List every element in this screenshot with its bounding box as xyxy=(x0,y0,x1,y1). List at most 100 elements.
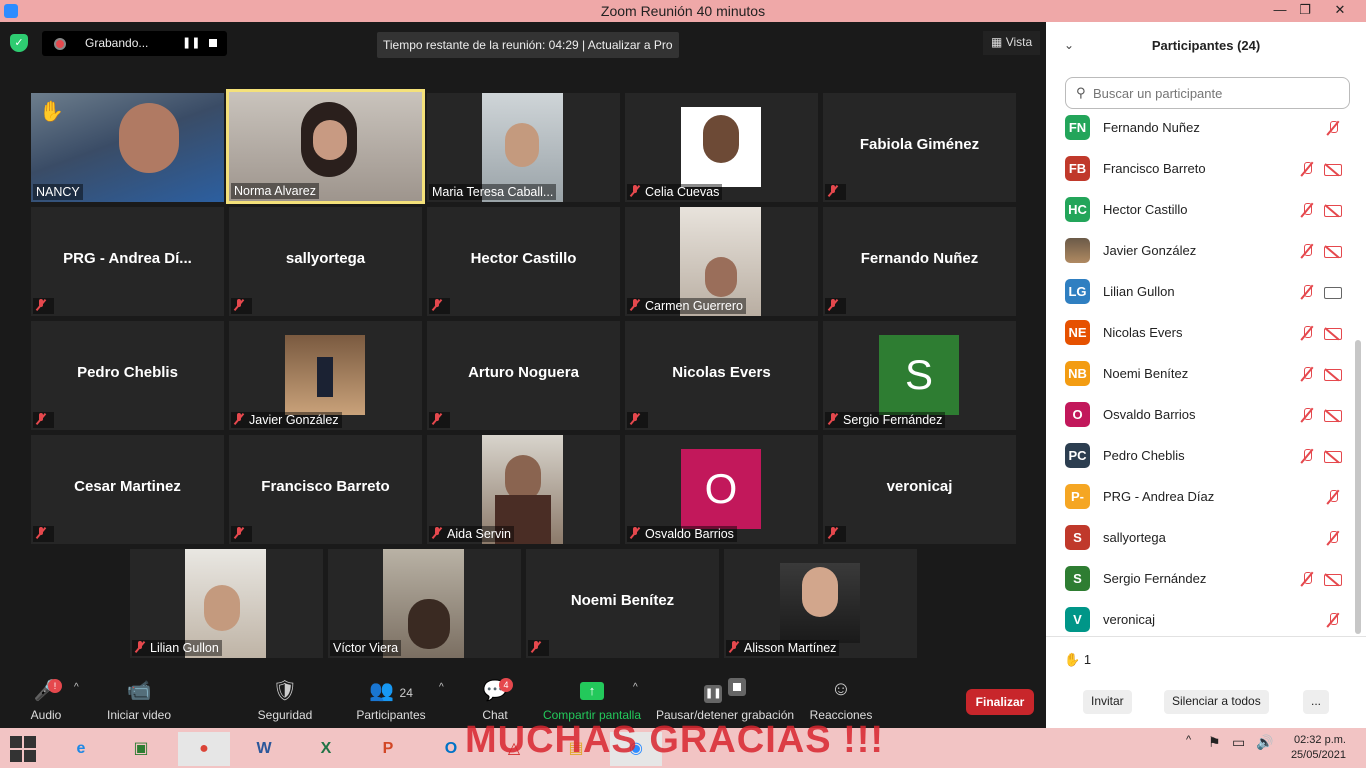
tile-name: Alisson Martínez xyxy=(726,640,840,656)
participant-search[interactable]: ⚲ xyxy=(1065,77,1350,109)
view-button[interactable]: ▦ Vista xyxy=(983,31,1041,55)
close-icon[interactable]: ✕ xyxy=(1325,2,1355,18)
audio-options-chevron-icon[interactable]: ^ xyxy=(74,682,79,693)
video-tile[interactable]: Carmen Guerrero xyxy=(625,207,818,316)
video-off-icon[interactable] xyxy=(1324,369,1342,381)
video-tile[interactable]: Noemi Benítez xyxy=(526,549,719,658)
video-tile[interactable]: Alisson Martínez xyxy=(724,549,917,658)
video-tile[interactable]: Celia Cuevas xyxy=(625,93,818,202)
reactions-button[interactable]: ☺ Reacciones xyxy=(809,674,873,722)
video-on-icon[interactable] xyxy=(1324,287,1342,299)
video-off-icon[interactable] xyxy=(1324,410,1342,422)
mic-muted-icon[interactable] xyxy=(1326,613,1340,629)
store-icon[interactable]: ▣ xyxy=(115,732,167,766)
participant-row[interactable]: FN Fernando Nuñez xyxy=(1046,108,1356,149)
word-icon[interactable]: W xyxy=(238,732,290,766)
stop-recording-icon[interactable] xyxy=(209,39,217,47)
video-tile[interactable]: Francisco Barreto xyxy=(229,435,422,544)
participants-button[interactable]: 👥 24 Participantes xyxy=(355,674,427,722)
video-tile[interactable]: sallyortega xyxy=(229,207,422,316)
video-tile[interactable]: Lilian Gullon xyxy=(130,549,323,658)
participant-row[interactable]: NB Noemi Benítez xyxy=(1046,354,1356,395)
participant-row[interactable]: S Sergio Fernández xyxy=(1046,559,1356,600)
video-tile[interactable]: Fernando Nuñez xyxy=(823,207,1016,316)
restore-icon[interactable]: ❐ xyxy=(1290,2,1320,18)
video-off-icon[interactable] xyxy=(1324,246,1342,258)
participant-row[interactable]: NE Nicolas Evers xyxy=(1046,313,1356,354)
video-tile[interactable]: PRG - Andrea Dí... xyxy=(31,207,224,316)
video-off-icon[interactable] xyxy=(1324,328,1342,340)
mic-muted-icon[interactable] xyxy=(1300,162,1314,178)
video-tile[interactable]: S Sergio Fernández xyxy=(823,321,1016,430)
video-tile[interactable]: Maria Teresa Caball... xyxy=(427,93,620,202)
mic-muted-icon[interactable] xyxy=(1300,326,1314,342)
tile-mute xyxy=(429,298,450,314)
participants-options-chevron-icon[interactable]: ^ xyxy=(439,682,444,693)
video-off-icon[interactable] xyxy=(1324,574,1342,586)
mic-muted-icon[interactable] xyxy=(1326,531,1340,547)
end-meeting-button[interactable]: Finalizar xyxy=(966,689,1034,715)
video-off-icon[interactable] xyxy=(1324,451,1342,463)
participant-row[interactable]: Javier González xyxy=(1046,231,1356,272)
participant-row[interactable]: LG Lilian Gullon xyxy=(1046,272,1356,313)
mic-muted-icon[interactable] xyxy=(1300,285,1314,301)
participant-row[interactable]: P- PRG - Andrea Díaz xyxy=(1046,477,1356,518)
mic-muted-icon[interactable] xyxy=(1300,408,1314,424)
video-tile[interactable]: Fabiola Giménez xyxy=(823,93,1016,202)
video-tile-active-speaker[interactable]: Norma Alvarez xyxy=(226,89,425,204)
chat-button[interactable]: 💬 Chat 4 xyxy=(475,674,515,722)
security-button[interactable]: 🛡 Seguridad xyxy=(255,674,315,722)
share-options-chevron-icon[interactable]: ^ xyxy=(633,682,638,693)
tile-name: Carmen Guerrero xyxy=(627,298,746,314)
audio-button[interactable]: 🎤 Audio ! xyxy=(26,674,66,722)
mic-muted-icon[interactable] xyxy=(1300,449,1314,465)
show-hidden-icons-icon[interactable]: ^ xyxy=(1186,734,1191,746)
volume-icon[interactable]: 🔊 xyxy=(1256,734,1273,751)
participant-row[interactable]: V veronicaj xyxy=(1046,600,1356,641)
participant-row[interactable]: HC Hector Castillo xyxy=(1046,190,1356,231)
participant-search-input[interactable] xyxy=(1093,84,1333,102)
windows-start-icon[interactable] xyxy=(10,736,36,762)
mute-all-button[interactable]: Silenciar a todos xyxy=(1164,690,1269,714)
video-tile[interactable]: Nicolas Evers xyxy=(625,321,818,430)
share-screen-button[interactable]: ↑ Compartir pantalla xyxy=(541,674,643,722)
mic-muted-icon[interactable] xyxy=(1300,244,1314,260)
video-tile[interactable]: veronicaj xyxy=(823,435,1016,544)
participant-row[interactable]: FB Francisco Barreto xyxy=(1046,149,1356,190)
time-remaining-banner[interactable]: Tiempo restante de la reunión: 04:29 | A… xyxy=(377,32,679,58)
internet-explorer-icon[interactable]: e xyxy=(55,732,107,766)
video-tile[interactable]: Arturo Noguera xyxy=(427,321,620,430)
pause-recording-icon[interactable]: ❚❚ xyxy=(182,36,200,49)
video-off-icon[interactable] xyxy=(1324,164,1342,176)
chrome-icon[interactable]: ● xyxy=(178,732,230,766)
system-clock[interactable]: 02:32 p.m. 25/05/2021 xyxy=(1284,733,1346,763)
mic-muted-icon xyxy=(234,299,244,311)
invite-button[interactable]: Invitar xyxy=(1083,690,1132,714)
pause-stop-recording-button[interactable]: ❚❚ Pausar/detener grabación xyxy=(655,674,795,722)
participant-row[interactable]: PC Pedro Cheblis xyxy=(1046,436,1356,477)
video-tile[interactable]: ✋ NANCY xyxy=(31,93,224,202)
panel-scrollbar[interactable] xyxy=(1355,340,1361,634)
flag-icon[interactable]: ⚑ xyxy=(1208,734,1221,751)
more-options-button[interactable]: ... xyxy=(1303,690,1330,714)
video-tile[interactable]: Cesar Martinez xyxy=(31,435,224,544)
network-icon[interactable]: ▭ xyxy=(1232,734,1245,751)
video-tile[interactable]: Víctor Viera xyxy=(328,549,521,658)
video-tile[interactable]: Pedro Cheblis xyxy=(31,321,224,430)
mic-muted-icon[interactable] xyxy=(1300,572,1314,588)
participant-row[interactable]: S sallyortega xyxy=(1046,518,1356,559)
video-tile[interactable]: Javier González xyxy=(229,321,422,430)
video-tile[interactable]: Hector Castillo xyxy=(427,207,620,316)
mic-muted-icon[interactable] xyxy=(1326,490,1340,506)
mic-muted-icon[interactable] xyxy=(1326,121,1340,137)
video-off-icon[interactable] xyxy=(1324,205,1342,217)
security-shield-icon[interactable]: ✓ xyxy=(10,34,28,52)
excel-icon[interactable]: X xyxy=(300,732,352,766)
mic-muted-icon[interactable] xyxy=(1300,203,1314,219)
mic-muted-icon[interactable] xyxy=(1300,367,1314,383)
participant-row[interactable]: O Osvaldo Barrios xyxy=(1046,395,1356,436)
powerpoint-icon[interactable]: P xyxy=(362,732,414,766)
video-tile[interactable]: Aida Servin xyxy=(427,435,620,544)
video-tile[interactable]: O Osvaldo Barrios xyxy=(625,435,818,544)
start-video-button[interactable]: 📹 Iniciar video xyxy=(104,674,174,722)
